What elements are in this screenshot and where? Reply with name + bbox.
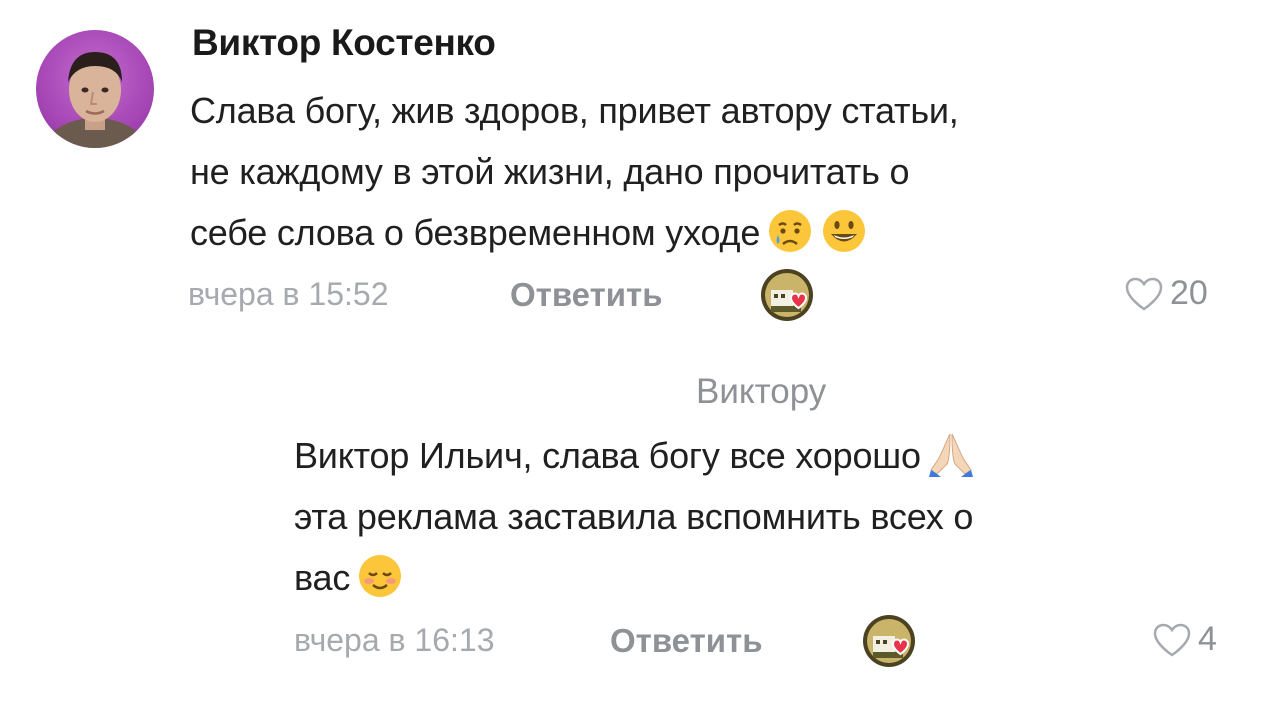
reply-button[interactable]: Ответить xyxy=(510,276,663,314)
comment-line-last: себе слова о безвременном уходе xyxy=(190,202,959,263)
blushing-face-emoji-icon xyxy=(356,552,404,600)
avatar-portrait xyxy=(43,52,147,148)
like-count: 4 xyxy=(1198,620,1217,658)
reply-line: эта реклама заставила вспомнить всех о xyxy=(294,496,974,537)
reply-line-text: вас xyxy=(294,557,351,598)
smiling-face-emoji-icon xyxy=(820,207,868,255)
like-button[interactable]: 20 xyxy=(1124,274,1208,313)
author-avatar[interactable] xyxy=(36,30,154,148)
reply-button[interactable]: Ответить xyxy=(610,622,763,660)
author-heart-reaction-icon xyxy=(761,269,813,321)
crying-face-emoji-icon xyxy=(766,207,814,255)
reply-to-label[interactable]: Виктору xyxy=(696,372,826,412)
reply-text: Виктор Ильич, слава богу все хорошо эта … xyxy=(294,425,975,608)
like-count: 20 xyxy=(1170,274,1208,312)
reply-line-first: Виктор Ильич, слава богу все хорошо xyxy=(294,425,975,486)
comment-text: Слава богу, жив здоров, привет автору ст… xyxy=(190,80,959,263)
author-reaction-avatar[interactable] xyxy=(760,268,814,322)
author-heart-reaction-icon xyxy=(863,615,915,667)
praying-hands-emoji-icon xyxy=(927,430,975,478)
comment-line: не каждому в этой жизни, дано прочитать … xyxy=(190,151,910,192)
reply-line-last: вас xyxy=(294,547,975,608)
like-button[interactable]: 4 xyxy=(1152,620,1217,659)
author-reaction-avatar[interactable] xyxy=(862,614,916,668)
comment-line-text: себе слова о безвременном уходе xyxy=(190,212,761,253)
comment-line: Слава богу, жив здоров, привет автору ст… xyxy=(190,90,959,131)
heart-outline-icon xyxy=(1153,623,1191,656)
heart-outline-icon xyxy=(1125,277,1163,310)
comment-timestamp: вчера в 15:52 xyxy=(188,276,389,312)
reply-timestamp: вчера в 16:13 xyxy=(294,622,495,658)
reply-line-text: Виктор Ильич, слава богу все хорошо xyxy=(294,435,921,476)
comment-author-name[interactable]: Виктор Костенко xyxy=(192,22,496,64)
